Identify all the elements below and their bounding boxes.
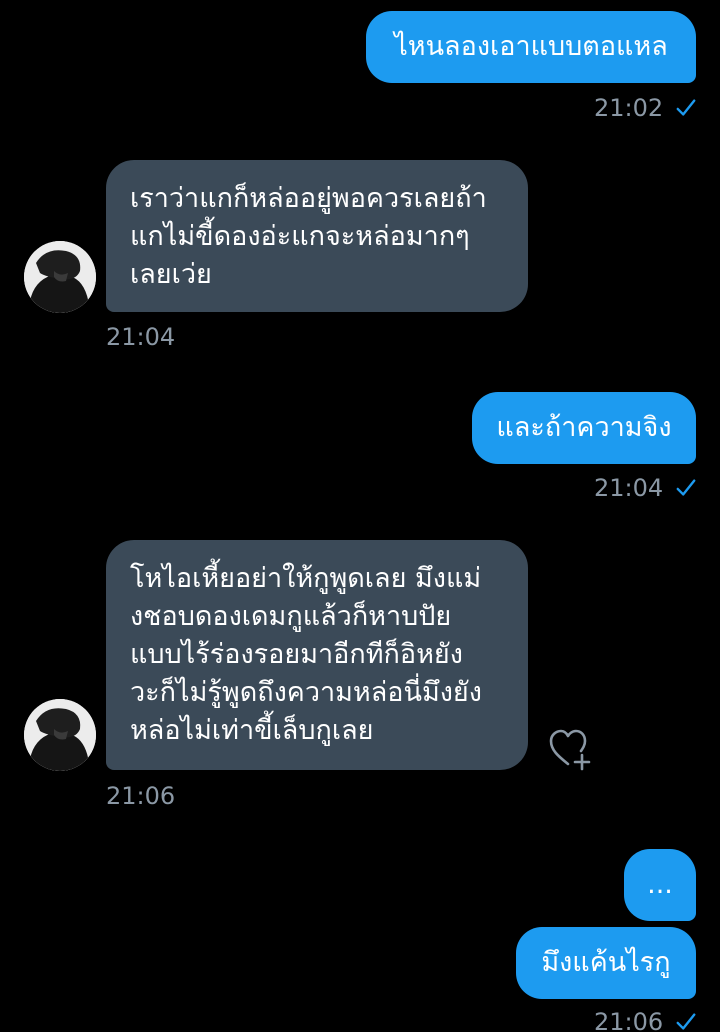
message-time: 21:04 [106,323,176,351]
message-line: แบบไร้ร่องรอยมาอีกทีก็อิหยัง [130,639,463,670]
message-line: งชอบดองเดมกูแล้วก็หาบปัย [130,601,452,632]
message-meta: 21:04 [594,474,697,502]
avatar-image [24,241,96,313]
check-icon [676,1013,696,1030]
message-text: ไหนลองเอาแบบตอแหล [394,31,668,62]
message-line: วะก็ไม่รู้พูดถึงความหล่อนี่มึงยัง [130,677,482,708]
incoming-message[interactable]: เราว่าแกก็หล่ออยู่พอควรเลยถ้า แกไม่ขี้ดอ… [106,160,528,312]
outgoing-message[interactable]: ไหนลองเอาแบบตอแหล [366,11,696,83]
check-icon [676,99,696,116]
message-time: 21:06 [594,1008,664,1032]
check-icon [676,479,696,496]
message-text: ... [647,869,673,900]
outgoing-message[interactable]: และถ้าความจิง [472,392,696,464]
heart-plus-icon[interactable] [548,726,596,772]
message-time: 21:04 [594,474,664,502]
message-time: 21:02 [594,94,664,122]
avatar-image [24,699,96,771]
user-avatar[interactable] [24,241,96,313]
outgoing-message[interactable]: ... [624,849,696,921]
message-meta: 21:02 [594,94,697,122]
message-text: มึงแค้นไรกู [541,947,671,978]
message-meta: 21:06 [594,1008,697,1032]
incoming-message[interactable]: โหไอเหี้ยอย่าให้กูพูดเลย มึงแม่ งชอบดองเ… [106,540,528,770]
message-line: โหไอเหี้ยอย่าให้กูพูดเลย มึงแม่ [130,563,482,594]
message-line: เลยเว่ย [130,259,212,290]
message-time: 21:06 [106,782,176,810]
outgoing-message[interactable]: มึงแค้นไรกู [516,927,696,999]
user-avatar[interactable] [24,699,96,771]
message-line: แกไม่ขี้ดองอ่ะแกจะหล่อมากๆ [130,221,470,252]
message-line: หล่อไม่เท่าขี้เล็บกูเลย [130,715,374,746]
conversation: ไหนลองเอาแบบตอแหล 21:02 เราว่าแกก็หล่ออย… [0,0,720,1032]
message-text: และถ้าความจิง [496,412,672,443]
message-line: เราว่าแกก็หล่ออยู่พอควรเลยถ้า [130,183,487,214]
